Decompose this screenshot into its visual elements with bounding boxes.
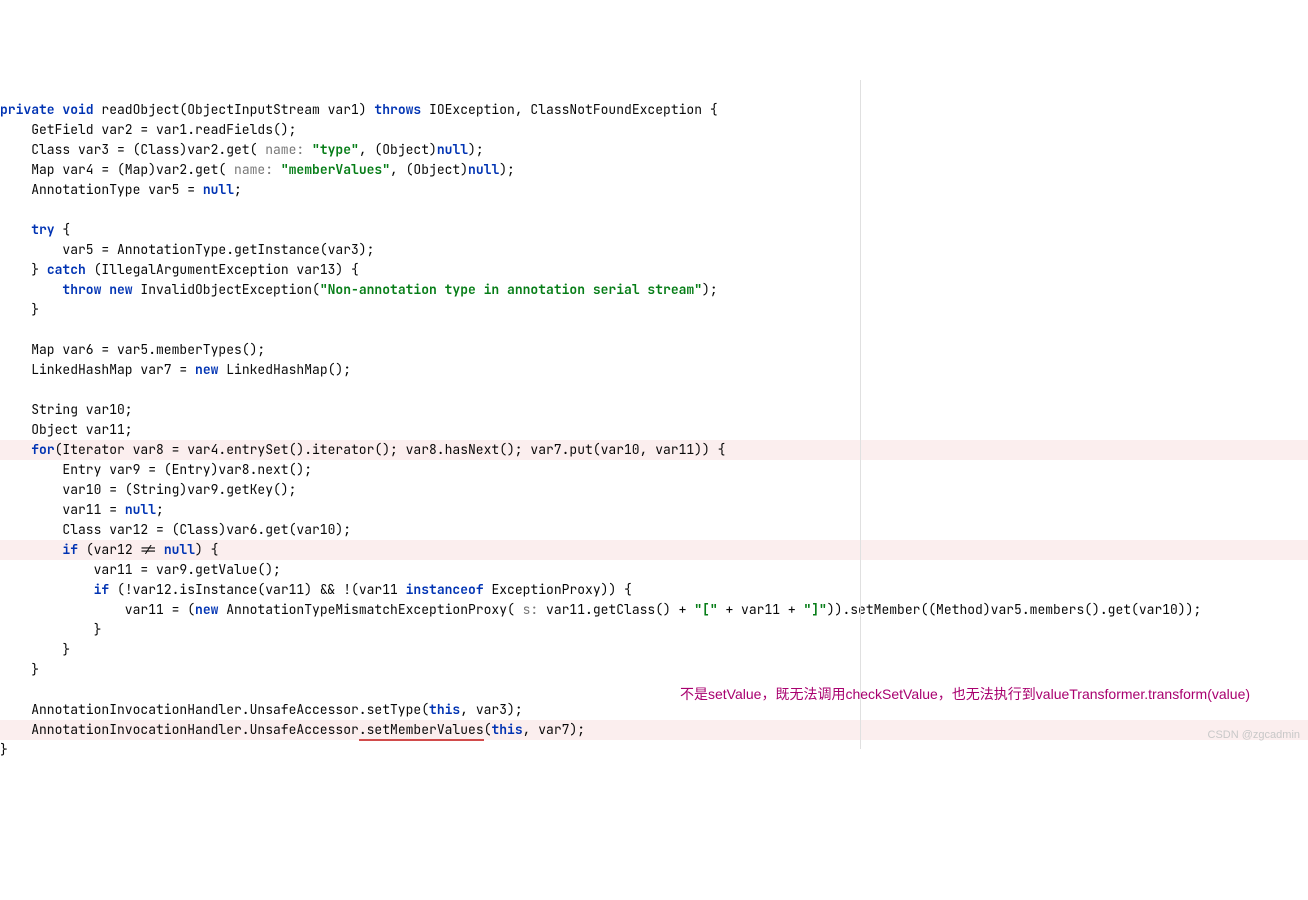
code-text: LinkedHashMap var7 = (0, 361, 195, 378)
code-text: ); (702, 281, 718, 298)
code-text: Map var4 = (Map)var2.get( (0, 161, 234, 178)
code-text: (IllegalArgumentException var13) { (94, 261, 359, 278)
code-text: (Iterator var8 = var4.entrySet().iterato… (55, 441, 726, 458)
keyword: new (195, 361, 226, 378)
keyword: instanceof (406, 581, 492, 598)
code-text: (var12 != (86, 541, 164, 558)
code-text: InvalidObjectException( (140, 281, 319, 298)
keyword: null (125, 501, 156, 518)
keyword: this (429, 701, 460, 718)
param-hint: s: (523, 601, 546, 618)
string-literal: "]" (803, 601, 826, 618)
code-text: Map var6 = var5.memberTypes(); (0, 341, 265, 358)
code-text: ); (468, 141, 484, 158)
code-text: var10 = (String)var9.getKey(); (0, 481, 296, 498)
code-text: } (0, 621, 101, 638)
string-literal: "type" (312, 141, 359, 158)
keyword: for (0, 441, 55, 458)
keyword: try (0, 221, 62, 238)
code-text: , var7); (523, 721, 585, 738)
code-text: var11.getClass() + (546, 601, 694, 618)
string-literal: "Non-annotation type in annotation seria… (320, 281, 702, 298)
code-text: (!var12.isInstance(var11) && !(var11 (117, 581, 406, 598)
code-text: String var10; (0, 401, 133, 418)
vertical-guide (860, 80, 861, 749)
code-text: Class var3 = (Class)var2.get( (0, 141, 265, 158)
highlighted-line: for(Iterator var8 = var4.entrySet().iter… (0, 440, 1308, 460)
keyword: throws (374, 101, 429, 118)
annotated-method: .setMemberValues (359, 721, 484, 741)
code-editor: private void readObject(ObjectInputStrea… (0, 80, 1308, 749)
code-text: IOException, ClassNotFoundException { (429, 101, 718, 118)
code-text: { (62, 221, 70, 238)
string-literal: "[" (694, 601, 717, 618)
code-text: ; (156, 501, 164, 518)
code-text: ( (484, 721, 492, 738)
code-text: var11 = (0, 501, 125, 518)
code-text: AnnotationTypeMismatchExceptionProxy( (226, 601, 522, 618)
code-text: ); (499, 161, 515, 178)
keyword: null (437, 141, 468, 158)
code-text: )).setMember((Method)var5.members().get(… (827, 601, 1201, 618)
keyword: new (195, 601, 226, 618)
keyword: private void (0, 101, 101, 118)
code-text: } (0, 641, 70, 658)
code-text: ) { (195, 541, 218, 558)
code-text: , (Object) (359, 141, 437, 158)
code-text: ExceptionProxy)) { (491, 581, 631, 598)
keyword: null (164, 541, 195, 558)
keyword: throw new (0, 281, 140, 298)
code-text: } (0, 261, 47, 278)
keyword: catch (47, 261, 94, 278)
code-text: LinkedHashMap(); (226, 361, 351, 378)
keyword: null (468, 161, 499, 178)
highlighted-line: AnnotationInvocationHandler.UnsafeAccess… (0, 720, 1308, 740)
param-hint: name: (234, 161, 281, 178)
code-text: AnnotationInvocationHandler.UnsafeAccess… (0, 701, 429, 718)
code-content: private void readObject(ObjectInputStrea… (0, 100, 1308, 760)
code-text: Entry var9 = (Entry)var8.next(); (0, 461, 312, 478)
keyword: this (491, 721, 522, 738)
code-text: AnnotationType var5 = (0, 181, 203, 198)
code-text: } (0, 741, 8, 758)
code-text: Object var11; (0, 421, 133, 438)
code-text: readObject(ObjectInputStream var1) (101, 101, 374, 118)
code-text: + var11 + (718, 601, 804, 618)
keyword: if (0, 541, 86, 558)
watermark-text: CSDN @zgcadmin (1208, 725, 1300, 745)
code-text: AnnotationInvocationHandler.UnsafeAccess… (0, 721, 359, 738)
highlighted-line: if (var12 != null) { (0, 540, 1308, 560)
code-text: var5 = AnnotationType.getInstance(var3); (0, 241, 374, 258)
code-text: var11 = ( (0, 601, 195, 618)
code-text: } (0, 301, 39, 318)
code-text: ; (234, 181, 242, 198)
code-text: } (0, 661, 39, 678)
string-literal: "memberValues" (281, 161, 390, 178)
keyword: if (0, 581, 117, 598)
annotation-comment: 不是setValue，既无法调用checkSetValue，也无法执行到valu… (680, 684, 1250, 704)
code-text: , var3); (460, 701, 522, 718)
keyword: null (203, 181, 234, 198)
code-text: , (Object) (390, 161, 468, 178)
code-text: var11 = var9.getValue(); (0, 561, 281, 578)
code-text: Class var12 = (Class)var6.get(var10); (0, 521, 351, 538)
code-text: GetField var2 = var1.readFields(); (0, 121, 296, 138)
param-hint: name: (265, 141, 312, 158)
